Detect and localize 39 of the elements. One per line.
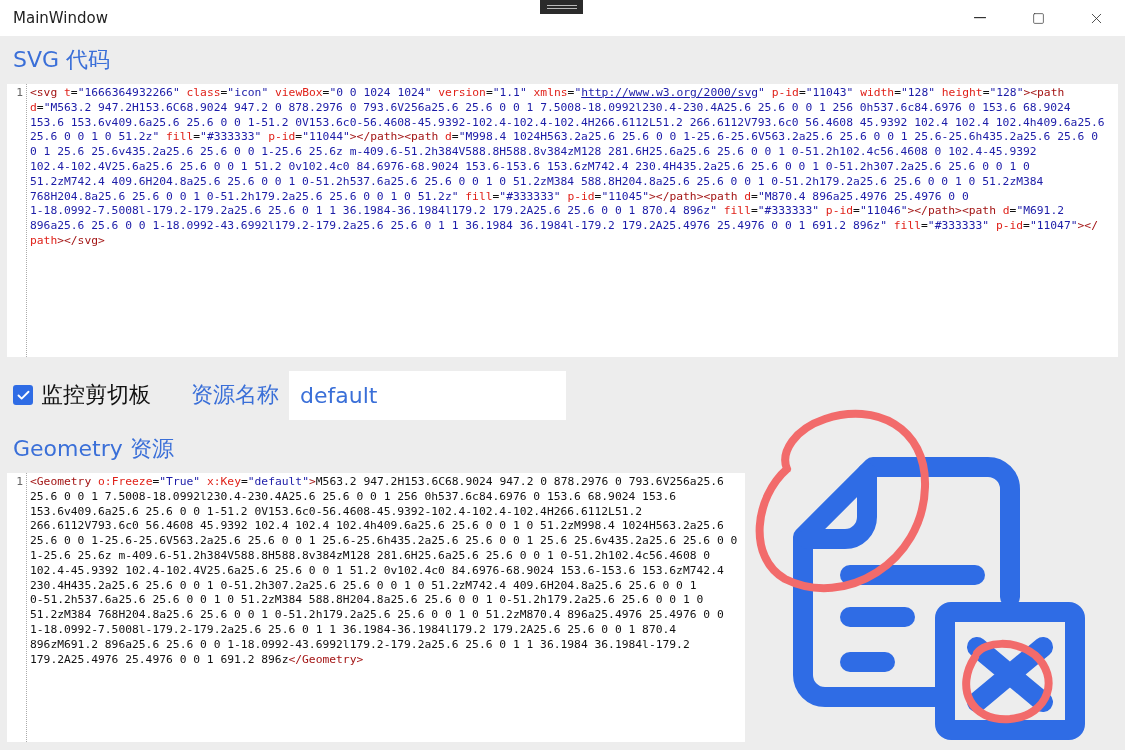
input-field[interactable]: default: [289, 370, 566, 420]
code-line: 266.6112V793.6c0 56.4608 45.9392 102.4 102.4 102.4h409.6a25.6 25.6 0 0 1 0 51.2zM998.4 1024H563.2a25.6: [30, 519, 724, 535]
code-line: 102.4-45.9392 102.4-102.4V25.6a25.6 25.6 0 0 1 51.2 0v102.4c0 84.6976-68.9024 153.6-153.6 153.6zM742.4: [30, 563, 724, 579]
code-line: 1-18.0992-7.5008l-179.2-179.2a25.6 25.6 0 1 1 36.1984-36.1984l179.2 179.2A25.6 25.6 0 0 1 870.4 896z" fill="#333333" p-id="11046"></path><path d="M691.2: [30, 204, 1064, 220]
field-label: 资源名称: [191, 381, 279, 409]
section-heading: SVG 代码: [12, 46, 112, 74]
code-line: path></svg>: [30, 233, 105, 249]
code-line: 768H204.8a25.6 25.6 0 0 1 0-51.2h179.2a25.6 25.6 0 0 1 0 51.2z" fill="#333333" p-id="11045"></path><path d="M870.4 896a25.4976 25.4976 0 0: [30, 189, 969, 205]
code-line: <Geometry o:Freeze="True" x:Key="default">M563.2 947.2H153.6C68.9024 947.2 0 878.2976 0 793.6V256a25.6: [30, 475, 724, 490]
line-number: 1: [16, 86, 23, 101]
code-line: 51.2zM384 768H204.8a25.6 25.6 0 0 1 0-51.2h179.2a25.6 25.6 0 0 1 0 51.2zM870.4 896a25.4976 25.4976 0 0: [30, 608, 724, 623]
code-line: 25.6 0 0 1-25.6-25.6V563.2a25.6 25.6 0 0 1 25.6-25.6h435.2a25.6 25.6 0 0 1 25.6 25.6v435.2a25.6 25.6 0 0: [30, 534, 738, 549]
window-title: MainWindow: [13, 9, 109, 27]
code-line: d="M563.2 947.2H153.6C68.9024 947.2 0 878.2976 0 793.6V256a25.6 25.6 0 0 1 7.5008-18.0992l230.4-230.4A25.6 25.6 0 0 1 256 0h537.6c84.6976 0 153.6 68.9024: [30, 100, 1071, 116]
code-line: <svg t="1666364932266" class="icon" viewBox="0 0 1024 1024" version="1.1" xmlns="http://www.w3.org/2000/svg" p-id="11043" width="128" height="128"><path: [30, 86, 1065, 101]
code-line: 0-51.2h537.6a25.6 25.6 0 0 1 0 51.2zM384 588.8H204.8a25.6 25.6 0 0 1 0-51.2h179.2a25.6 25.6 0 0 1 0: [30, 593, 704, 609]
maximize-icon: [1031, 11, 1045, 25]
checkbox[interactable]: [13, 385, 33, 405]
code-line: 25.6 0 0 1 7.5008-18.0992l230.4-230.4A25.6 25.6 0 0 1 256 0h537.6c84.6976 0 153.6 68.9024 153.6: [30, 489, 677, 505]
code-line: 153.6 153.6v409.6a25.6 25.6 0 0 1-51.2 0V153.6c0-56.4608-45.9392-102.4-102.4-102.4H266.6112L51.2 266.6112V793.6c0 56.4608 45.9392 102.4 102.4 102.4h409.6a25.6: [30, 115, 1105, 131]
code-line: 102.4-102.4V25.6a25.6 25.6 0 0 1 51.2 0v102.4c0 84.6976-68.9024 153.6-153.6 153.6zM742.4 230.4H435.2a25.6 25.6 0 0 1 0-51.2h307.2a25.6 25.6 0 0 1 0: [30, 160, 1030, 175]
line-number: 1: [16, 475, 23, 490]
code-line: 896a25.6 25.6 0 0 1-18.0992-43.6992l179.2-179.2a25.6 25.6 0 1 1 36.1984 36.1984l-179.2 179.2A25.4976 25.4976 0 0 1 691.2 896z" fill="#333333" p-id="11047"></: [30, 219, 1098, 234]
code-line: 1-25.6 25.6z m-409.6-51.2h384V588.8H588.8v384zM128 281.6H25.6a25.6 25.6 0 0 1 0-51.2h102.4c56.4608 0: [30, 549, 711, 564]
code-line: 1-18.0992-7.5008l-179.2-179.2a25.6 25.6 0 1 1 36.1984-36.1984l179.2 179.2A25.6 25.6 0 0 1 870.4: [30, 622, 677, 638]
drag-handle[interactable]: [540, 0, 583, 14]
section-heading: Geometry 资源: [12, 435, 175, 463]
minimize-icon: [974, 17, 986, 19]
checkbox-label: 监控剪切板: [41, 381, 151, 409]
code-line: 230.4H435.2a25.6 25.6 0 0 1 0-51.2h307.2a25.6 25.6 0 0 1 0 51.2zM742.4 409.6H204.8a25.6 25.6 0 0 1: [30, 578, 697, 594]
code-editor[interactable]: [7, 473, 745, 742]
code-line: 0 1 25.6 25.6v435.2a25.6 25.6 0 0 1-25.6 25.6z m-409.6-51.2h384V588.8H588.8v384zM128 281.6H25.6a25.6 25.6 0 0 1 0-51.2h102.4c56.4608 0 102.4-45.9392: [30, 145, 1037, 160]
code-editor[interactable]: [7, 84, 1118, 357]
code-line: 25.6 0 0 1 0 51.2z" fill="#333333" p-id="11044"></path><path d="M998.4 1024H563.2a25.6 25.6 0 0 1-25.6-25.6V563.2a25.6 25.6 0 0 1 25.6-25.6h435.2a25.6 25.6 0: [30, 130, 1098, 146]
code-line: 896zM691.2 896a25.6 25.6 0 0 1-18.0992-43.6992l179.2-179.2a25.6 25.6 0 1 1 36.1984 36.1984l-179.2: [30, 637, 690, 653]
code-line: 179.2A25.4976 25.4976 0 0 1 691.2 896z</Geometry>: [30, 652, 364, 668]
code-line: 51.2zM742.4 409.6H204.8a25.6 25.6 0 0 1 0-51.2h537.6a25.6 25.6 0 0 1 0 51.2zM384 588.8H204.8a25.6 25.6 0 0 1 0-51.2h179.2a25.6 25.6 0 0 1 0 51.2zM384: [30, 174, 1044, 190]
document-icon: [793, 457, 1085, 740]
code-line: 153.6v409.6a25.6 25.6 0 0 1-51.2 0V153.6c0-56.4608-45.9392-102.4-102.4-102.4H266.6112L51.2: [30, 504, 643, 520]
